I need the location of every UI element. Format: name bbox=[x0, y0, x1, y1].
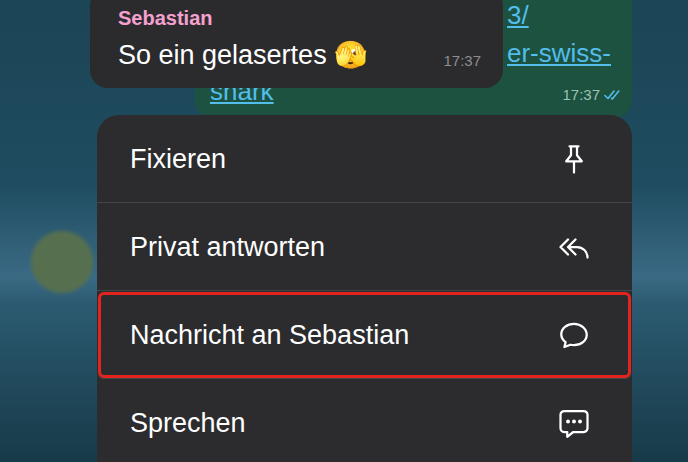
context-menu: Fixieren Privat antworten Nachricht an Seb… bbox=[97, 115, 632, 462]
message-row: So ein gelasertes 🫣 17:37 bbox=[118, 30, 481, 74]
sender-name: Sebastian bbox=[118, 6, 481, 30]
message-link[interactable]: er-swiss- bbox=[507, 34, 622, 72]
double-check-icon bbox=[604, 89, 622, 101]
message-meta: 17:37 bbox=[562, 84, 622, 111]
message-text: So ein gelasertes 🫣 bbox=[118, 36, 368, 74]
menu-item[interactable]: Fixieren bbox=[97, 115, 632, 203]
message-time: 17:37 bbox=[562, 84, 600, 107]
menu-item-label: Nachricht an Sebastian bbox=[130, 318, 409, 352]
reply-all-icon bbox=[556, 229, 592, 265]
message-link[interactable]: 3/ bbox=[507, 0, 622, 34]
chat-bubble-icon bbox=[556, 317, 592, 353]
pin-icon bbox=[556, 141, 592, 177]
menu-item[interactable]: Privat antworten bbox=[97, 203, 632, 291]
menu-item-label: Fixieren bbox=[130, 142, 226, 176]
menu-item[interactable]: Nachricht an Sebastian bbox=[97, 291, 632, 379]
menu-item[interactable]: Sprechen bbox=[97, 379, 632, 462]
chat-screen: 3/er-swiss-shark17:37SebastianSo ein gel… bbox=[0, 0, 688, 462]
speech-bubble-icon bbox=[556, 405, 592, 441]
message-time: 17:37 bbox=[443, 50, 481, 75]
menu-item-label: Privat antworten bbox=[130, 230, 325, 264]
received-message[interactable]: Sebastian So ein gelasertes 🫣 17:37 bbox=[90, 0, 503, 88]
menu-item-label: Sprechen bbox=[130, 406, 246, 440]
